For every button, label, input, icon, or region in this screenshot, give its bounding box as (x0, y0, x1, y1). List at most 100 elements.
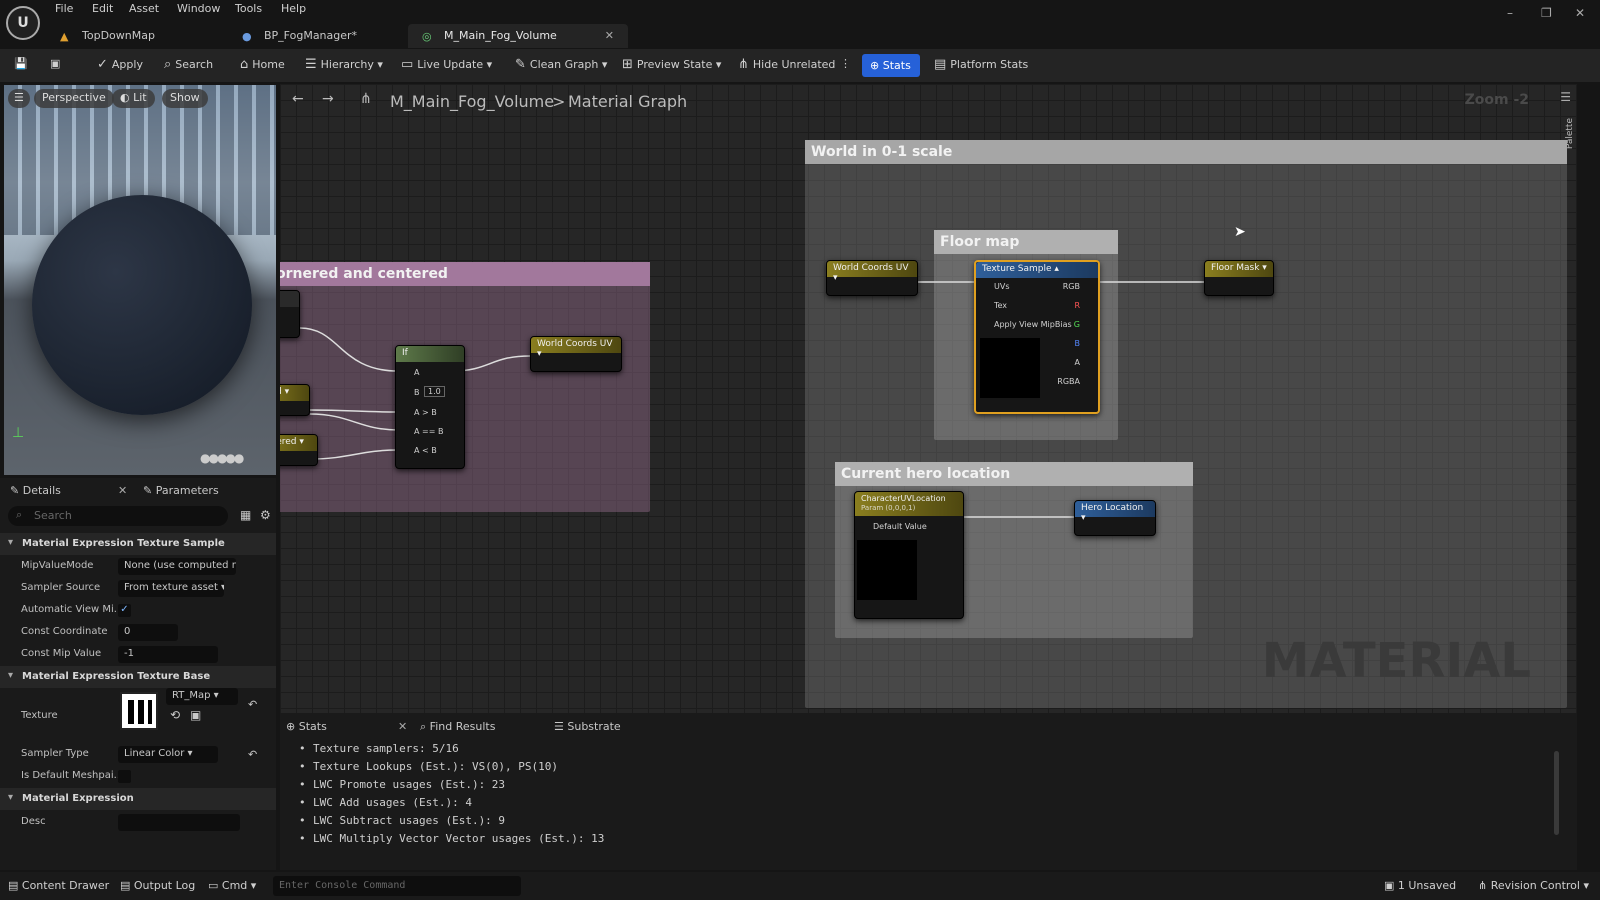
blueprint-icon: ● (242, 30, 252, 43)
desc-input[interactable] (118, 814, 240, 831)
is-default-meshpaint-checkbox[interactable] (118, 770, 131, 783)
menu-window[interactable]: Window (177, 2, 220, 15)
node-hero-location[interactable]: Hero Location ▾ (1074, 500, 1156, 536)
tab-stats[interactable]: ⊕ Stats ✕ (286, 717, 407, 737)
tab-m-main-fog-volume[interactable]: ◎ M_Main_Fog_Volume ✕ (408, 24, 628, 48)
node-floor-mask[interactable]: Floor Mask ▾ (1204, 260, 1274, 296)
if-pin-b[interactable]: B (414, 388, 420, 397)
close-details-icon[interactable]: ✕ (118, 484, 127, 497)
menu-file[interactable]: File (55, 2, 73, 15)
close-stats-icon[interactable]: ✕ (398, 720, 407, 733)
pin-default-value[interactable]: Default Value (873, 522, 927, 531)
unsaved-button[interactable]: ▣ 1 Unsaved (1384, 879, 1456, 892)
node-world-coords-uv-left[interactable]: World Coords UV ▾ (530, 336, 622, 372)
console-command-input[interactable]: Enter Console Command (273, 876, 521, 896)
home-button[interactable]: ⌂ Home (240, 57, 285, 72)
section-material-expression[interactable]: Material Expression (0, 788, 276, 810)
hide-unrelated-button[interactable]: ⋔ Hide Unrelated (738, 57, 835, 72)
use-selected-icon[interactable]: ⟲ (170, 708, 180, 722)
preview-viewport[interactable]: ☰ Perspective ◐ Lit Show ⊥ ●●●●● (4, 85, 276, 475)
node-texture-sample[interactable]: Texture Sample ▴ UVs Tex Apply View MipB… (974, 260, 1100, 414)
tab-parameters[interactable]: ✎ Parameters (143, 478, 263, 502)
tab-find-results[interactable]: ⌕ Find Results (420, 720, 495, 734)
node-partial-red[interactable]: red ▾ (280, 384, 310, 416)
texture-asset-select[interactable]: RT_Map ▾ (166, 688, 238, 705)
sampler-source-value: From texture asset (124, 582, 218, 593)
cmd-dropdown[interactable]: ▭ Cmd ▾ (208, 879, 256, 892)
section-texture-sample[interactable]: Material Expression Texture Sample (0, 533, 276, 555)
live-update-button[interactable]: ▭ Live Update ▾ (401, 57, 492, 72)
node-partial-ntered[interactable]: ntered ▾ (280, 434, 318, 466)
node-character-uv-location[interactable]: CharacterUVLocation Param (0,0,0,1) Defau… (854, 491, 964, 619)
menu-edit[interactable]: Edit (92, 2, 113, 15)
section-texture-base[interactable]: Material Expression Texture Base (0, 666, 276, 688)
node-if[interactable]: If A B 1.0 A > B A == B A < B (395, 345, 465, 469)
lit-button[interactable]: ◐ Lit (112, 89, 155, 108)
pin-apply-view-mipbias[interactable]: Apply View MipBias (994, 320, 1072, 329)
node-texture-sample-title: Texture Sample (982, 264, 1052, 274)
preview-state-button[interactable]: ⊞ Preview State ▾ (622, 57, 721, 72)
close-tab-icon[interactable]: ✕ (605, 29, 614, 42)
menu-help[interactable]: Help (281, 2, 306, 15)
const-coordinate-input[interactable]: 0 (118, 624, 178, 641)
clean-graph-button[interactable]: ✎ Clean Graph ▾ (515, 57, 607, 72)
stats-scrollbar[interactable] (1554, 751, 1559, 835)
tab-topdownmap[interactable]: ▲ TopDownMap (46, 24, 216, 48)
close-window-icon[interactable]: ✕ (1575, 6, 1585, 20)
node-partial-top[interactable]: ▾ (280, 290, 300, 338)
sampler-source-select[interactable]: From texture asset ▾ (118, 580, 224, 597)
mip-value-mode-select[interactable]: None (use computed m (118, 558, 236, 575)
pin-g[interactable]: G (1074, 320, 1080, 329)
pin-rgb[interactable]: RGB (1063, 282, 1080, 291)
content-drawer-button[interactable]: ▤ Content Drawer (8, 879, 109, 892)
tab-details[interactable]: ✎ Details ✕ (10, 478, 130, 502)
reset-sampler-type-icon[interactable]: ↶ (248, 748, 257, 761)
table-view-icon[interactable]: ▦ (240, 508, 251, 522)
stats-label: Stats (882, 59, 911, 72)
pin-rgba[interactable]: RGBA (1057, 377, 1080, 386)
if-pin-a-equal-b[interactable]: A == B (414, 427, 443, 436)
hierarchy-button[interactable]: ☰ Hierarchy ▾ (305, 57, 383, 72)
browse-asset-icon[interactable]: ▣ (190, 708, 201, 722)
stats-button[interactable]: ⊕ Stats (862, 54, 920, 77)
reset-texture-icon[interactable]: ↶ (248, 698, 257, 711)
apply-button[interactable]: ✓ Apply (97, 57, 143, 72)
perspective-button[interactable]: Perspective (34, 89, 114, 108)
preview-shape-icons[interactable]: ●●●●● (200, 451, 244, 465)
search-icon: ⌕ (164, 57, 172, 72)
node-wcuv-title: World Coords UV (833, 263, 909, 273)
const-mip-value-input[interactable]: -1 (118, 646, 218, 663)
pin-tex[interactable]: Tex (994, 301, 1007, 310)
material-graph[interactable]: ← → ⋔ M_Main_Fog_Volume > Material Graph… (280, 84, 1577, 713)
pin-r[interactable]: R (1074, 301, 1080, 310)
pin-uvs[interactable]: UVs (994, 282, 1010, 291)
output-log-button[interactable]: ▤ Output Log (120, 879, 195, 892)
save-icon[interactable]: 💾 (14, 57, 28, 70)
details-search-input[interactable]: ⌕ Search (8, 506, 228, 526)
if-b-value-input[interactable]: 1.0 (424, 386, 445, 397)
minimize-icon[interactable]: – (1507, 6, 1513, 20)
if-pin-a-less-b[interactable]: A < B (414, 446, 437, 455)
settings-gear-icon[interactable]: ⚙ (260, 508, 271, 522)
if-pin-a-greater-b[interactable]: A > B (414, 408, 437, 417)
pin-a[interactable]: A (1075, 358, 1080, 367)
tab-substrate[interactable]: ☰ Substrate (554, 720, 621, 733)
browse-icon[interactable]: ▣ (50, 57, 60, 70)
menu-tools[interactable]: Tools (235, 2, 262, 15)
unreal-logo-icon[interactable]: U (6, 6, 40, 40)
more-options-icon[interactable]: ⋮ (840, 57, 851, 70)
texture-thumbnail[interactable] (120, 692, 158, 730)
pin-b[interactable]: B (1075, 339, 1081, 348)
revision-control-button[interactable]: ⋔ Revision Control ▾ (1478, 879, 1589, 892)
tab-bp-fogmanager[interactable]: ● BP_FogManager* (228, 24, 398, 48)
restore-icon[interactable]: ❐ (1541, 6, 1552, 20)
platform-stats-button[interactable]: ▤ Platform Stats (934, 57, 1028, 72)
sampler-type-select[interactable]: Linear Color ▾ (118, 746, 218, 763)
menu-asset[interactable]: Asset (129, 2, 159, 15)
viewport-menu-icon[interactable]: ☰ (8, 89, 30, 108)
node-world-coords-uv[interactable]: World Coords UV ▾ (826, 260, 918, 296)
show-button[interactable]: Show (162, 89, 208, 108)
search-button[interactable]: ⌕ Search (164, 57, 213, 72)
if-pin-a[interactable]: A (414, 368, 419, 377)
automatic-view-mip-checkbox[interactable]: ✓ (118, 604, 131, 617)
